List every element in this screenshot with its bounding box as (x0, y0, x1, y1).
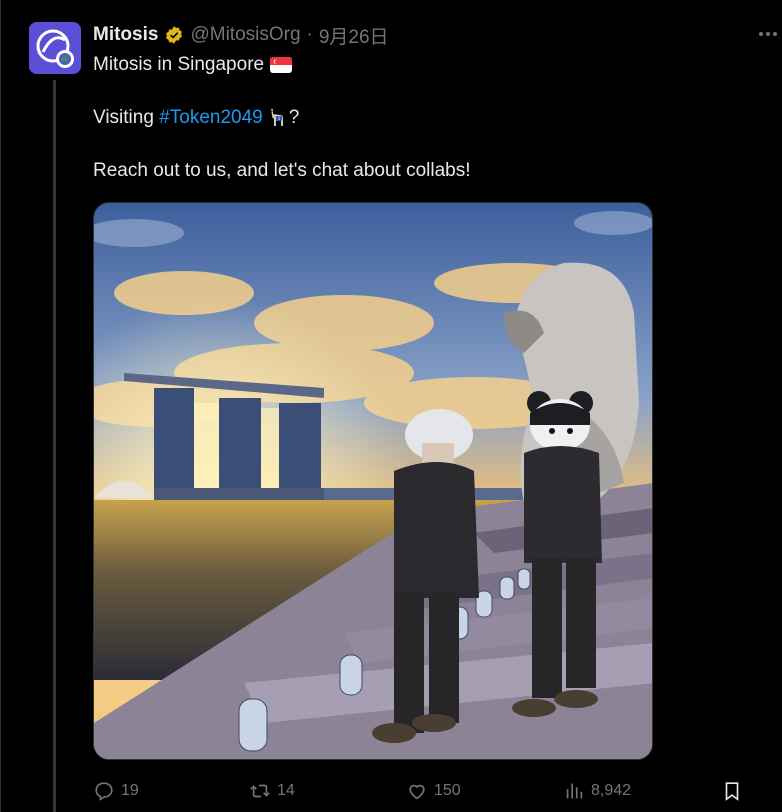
hashtag-link[interactable]: #Token2049 (159, 107, 263, 129)
llama-emoji-icon: 1 (270, 109, 283, 126)
author-name[interactable]: Mitosis (93, 24, 158, 46)
tweet-container[interactable]: Mitosis @MitosisOrg · 9月26日 Mitosis in S… (0, 0, 782, 812)
separator-dot: · (306, 24, 313, 45)
like-count: 150 (434, 782, 461, 799)
retweet-button[interactable]: 14 (249, 778, 295, 804)
action-bar: 19 14 150 8,942 (93, 778, 782, 804)
mitosis-logo-icon (29, 22, 81, 74)
author-handle[interactable]: @MitosisOrg (190, 24, 300, 46)
tweet-header: Mitosis @MitosisOrg · 9月26日 (93, 22, 389, 48)
avatar[interactable] (29, 22, 81, 74)
views-button[interactable]: 8,942 (563, 778, 631, 804)
more-options-icon[interactable] (756, 22, 780, 46)
singapore-illustration (94, 203, 652, 759)
like-button[interactable]: 150 (406, 778, 461, 804)
bookmark-button[interactable] (721, 778, 743, 804)
reply-icon (95, 782, 113, 801)
retweet-icon (250, 784, 270, 798)
reply-button[interactable]: 19 (93, 778, 139, 804)
tweet-text-line-1: Mitosis in Singapore (93, 52, 293, 78)
tweet-line-2-suffix: ? (288, 107, 300, 128)
heart-icon (409, 784, 425, 800)
views-bar-chart-icon (566, 783, 583, 799)
tweet-line-1: Mitosis in Singapore (93, 54, 265, 75)
tweet-text-line-3: Reach out to us, and let's chat about co… (93, 158, 471, 184)
timestamp[interactable]: 9月26日 (319, 22, 389, 49)
thread-line (53, 80, 56, 812)
tweet-image[interactable] (93, 202, 653, 760)
svg-text:1: 1 (277, 116, 280, 121)
verified-badge-icon (166, 26, 183, 44)
views-count: 8,942 (591, 782, 632, 799)
retweet-count: 14 (277, 782, 295, 799)
tweet-line-2-prefix: Visiting (93, 107, 160, 128)
tweet-line-3: Reach out to us, and let's chat about co… (93, 160, 471, 181)
reply-count: 19 (121, 782, 139, 799)
bookmark-icon (725, 782, 739, 801)
singapore-flag-icon (270, 57, 293, 73)
tweet-text-line-2: Visiting #Token2049 1 ? (93, 105, 299, 131)
